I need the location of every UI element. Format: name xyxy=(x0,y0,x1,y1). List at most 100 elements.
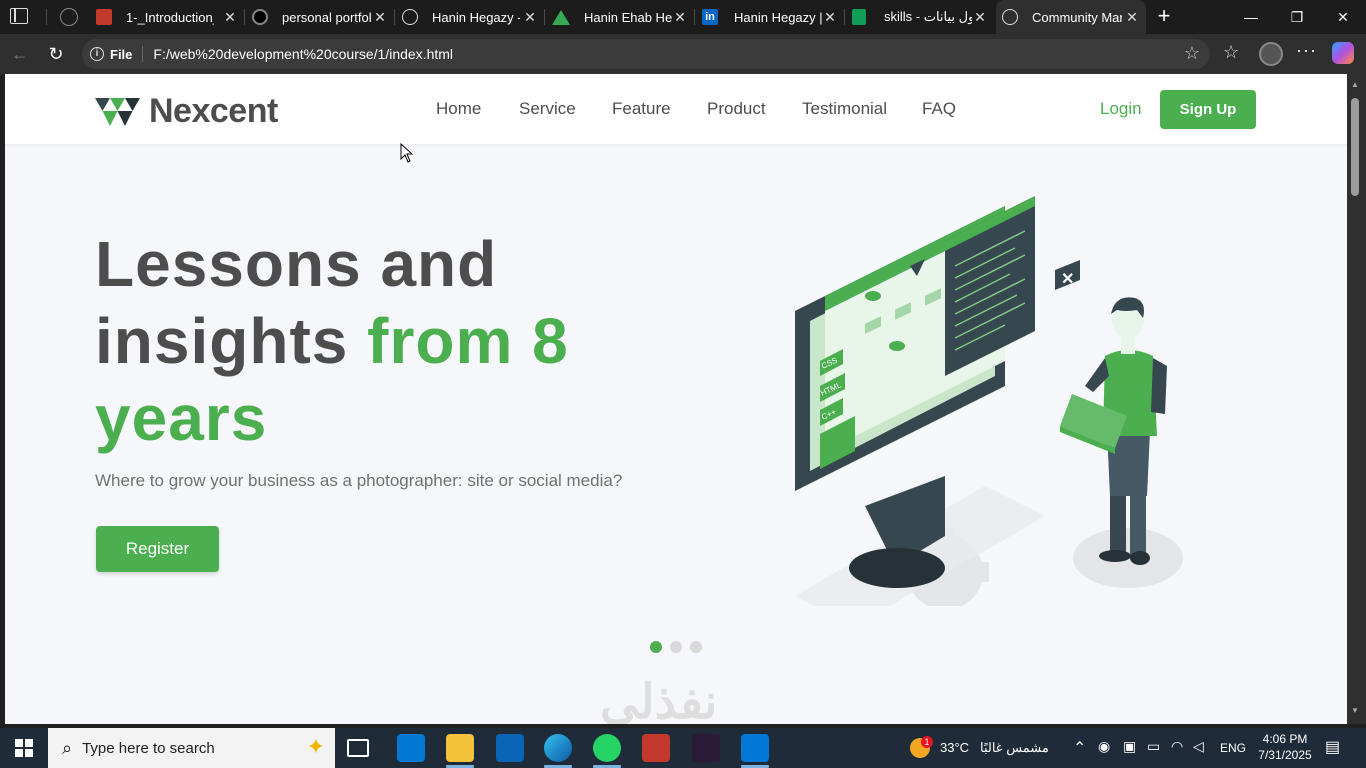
linkedin-icon: in xyxy=(702,9,718,25)
more-icon[interactable]: ··· xyxy=(1296,40,1317,61)
hero-title: Lessons and insights from 8 years xyxy=(95,226,655,457)
windows-icon xyxy=(15,739,33,757)
info-icon[interactable]: i xyxy=(90,47,104,61)
tab-label: personal portfoli xyxy=(282,9,372,25)
language-indicator[interactable]: ENG xyxy=(1220,741,1246,755)
scroll-down-icon[interactable]: ▼ xyxy=(1350,706,1360,715)
site-header: Nexcent Home Service Feature Product Tes… xyxy=(5,74,1347,144)
close-icon: ✕ xyxy=(1055,260,1080,290)
close-icon[interactable]: ✕ xyxy=(972,9,988,25)
nav-product[interactable]: Product xyxy=(707,99,766,119)
carousel-dot[interactable] xyxy=(690,641,702,653)
login-link[interactable]: Login xyxy=(1100,99,1142,119)
workspaces-icon[interactable] xyxy=(60,8,78,26)
register-button[interactable]: Register xyxy=(96,526,219,572)
hero-illustration: CSS HTML C++ ✕ xyxy=(795,196,1183,606)
hero-title-line2: insights xyxy=(95,305,368,377)
taskbar-search[interactable]: ⌕ Type here to search ✦ xyxy=(48,728,335,768)
windows-start-button[interactable] xyxy=(0,728,48,768)
signup-button[interactable]: Sign Up xyxy=(1160,90,1256,129)
back-button[interactable]: ← xyxy=(8,42,32,66)
nav-faq[interactable]: FAQ xyxy=(922,99,956,119)
tab-label: 1-_Introduction_t xyxy=(126,9,214,25)
svg-text:✕: ✕ xyxy=(1061,271,1074,288)
reload-button[interactable]: ↻ xyxy=(44,42,68,66)
avatar[interactable] xyxy=(1259,42,1283,66)
new-tab-button[interactable]: + xyxy=(1150,3,1178,31)
hero-title-highlight: from 8 xyxy=(367,305,569,377)
vscode-icon[interactable] xyxy=(741,734,769,762)
browser-tab-bar: 1-_Introduction_t ✕ personal portfoli ✕ … xyxy=(0,0,1366,34)
browser-tab[interactable]: Hanin Hegazy - F ✕ xyxy=(396,0,544,34)
nav-feature[interactable]: Feature xyxy=(612,99,671,119)
edge-icon[interactable] xyxy=(544,734,572,762)
scrollbar-thumb[interactable] xyxy=(1351,98,1359,196)
hero-title-highlight-line3: years xyxy=(95,382,268,454)
tab-label: Community Man xyxy=(1032,9,1122,25)
page-scrollbar[interactable]: ▲ ▼ xyxy=(1347,74,1366,724)
whatsapp-icon[interactable] xyxy=(593,734,621,762)
site-logo[interactable]: Nexcent xyxy=(95,92,278,131)
weather-condition: مشمس غالبًا xyxy=(980,740,1049,755)
minimize-button[interactable]: — xyxy=(1228,0,1274,34)
search-icon: ⌕ xyxy=(62,737,73,758)
file-explorer-icon[interactable] xyxy=(446,734,474,762)
carousel-dot[interactable] xyxy=(650,641,662,653)
close-icon[interactable]: ✕ xyxy=(372,9,388,25)
mouse-cursor xyxy=(400,143,414,163)
clock-date[interactable]: 7/31/2025 xyxy=(1253,748,1317,762)
scheme-label: File xyxy=(110,46,133,62)
browser-tab[interactable]: personal portfoli ✕ xyxy=(246,0,394,34)
wifi-icon[interactable]: ◠ xyxy=(1171,738,1183,755)
browser-tab[interactable]: 1-_Introduction_t ✕ xyxy=(96,0,244,34)
browser-tab-active[interactable]: Community Man ✕ xyxy=(996,0,1146,34)
weather-temp[interactable]: 33°C xyxy=(940,740,969,755)
url-text[interactable]: F:/web%20development%20course/1/index.ht… xyxy=(153,46,453,62)
nav-service[interactable]: Service xyxy=(519,99,576,119)
carousel-dot[interactable] xyxy=(670,641,682,653)
close-icon[interactable]: ✕ xyxy=(822,9,838,25)
star-icon[interactable]: ☆ xyxy=(1184,43,1200,64)
record-icon[interactable]: ◉ xyxy=(1098,738,1110,755)
photos-icon[interactable] xyxy=(642,734,670,762)
copilot-icon[interactable] xyxy=(1332,42,1354,64)
outlook-icon[interactable] xyxy=(496,734,524,762)
nav-testimonial[interactable]: Testimonial xyxy=(802,99,887,119)
logo-icon xyxy=(95,97,140,126)
meet-icon[interactable]: ▣ xyxy=(1123,738,1136,755)
carousel-dots xyxy=(650,641,702,653)
hero-title-line1: Lessons and xyxy=(95,228,498,300)
restore-button[interactable]: ❐ xyxy=(1274,0,1320,34)
browser-tab[interactable]: Hanin Ehab Hegaz ✕ xyxy=(546,0,694,34)
task-view-icon[interactable] xyxy=(347,739,369,757)
clock-time[interactable]: 4:06 PM xyxy=(1260,732,1310,746)
close-icon[interactable]: ✕ xyxy=(672,9,688,25)
sheets-icon xyxy=(852,9,866,25)
close-window-button[interactable]: ✕ xyxy=(1320,0,1366,34)
close-icon[interactable]: ✕ xyxy=(1124,9,1140,25)
tab-actions-icon[interactable] xyxy=(10,8,28,24)
notification-icon[interactable]: ▤ xyxy=(1325,737,1340,757)
brand-name: Nexcent xyxy=(149,92,278,130)
tab-label: Hanin Hegazy | L xyxy=(734,9,822,25)
scroll-up-icon[interactable]: ▲ xyxy=(1350,80,1360,89)
volume-icon[interactable]: ◁ xyxy=(1193,738,1204,755)
hero-subtitle: Where to grow your business as a photogr… xyxy=(95,471,623,490)
favorites-icon[interactable]: ☆ xyxy=(1223,42,1239,63)
pdf-icon xyxy=(96,9,112,25)
weather-badge: 1 xyxy=(921,736,933,748)
address-bar[interactable]: i File F:/web%20development%20course/1/i… xyxy=(82,39,1210,69)
close-icon[interactable]: ✕ xyxy=(522,9,538,25)
drive-icon xyxy=(552,9,570,25)
browser-tab[interactable]: skills - أول بيانات ✕ xyxy=(846,0,994,34)
store-icon[interactable] xyxy=(397,734,425,762)
battery-icon[interactable]: ▭ xyxy=(1147,738,1160,755)
taskbar: ⌕ Type here to search ✦ 1 33°C مشمس غالب… xyxy=(0,728,1366,768)
search-placeholder: Type here to search xyxy=(82,739,215,757)
nav-home[interactable]: Home xyxy=(436,99,481,119)
app-icon[interactable] xyxy=(692,734,720,762)
github-icon xyxy=(252,9,268,25)
close-icon[interactable]: ✕ xyxy=(222,9,238,25)
chevron-up-icon[interactable]: ⌃ xyxy=(1073,738,1086,758)
browser-tab[interactable]: in Hanin Hegazy | L ✕ xyxy=(696,0,844,34)
